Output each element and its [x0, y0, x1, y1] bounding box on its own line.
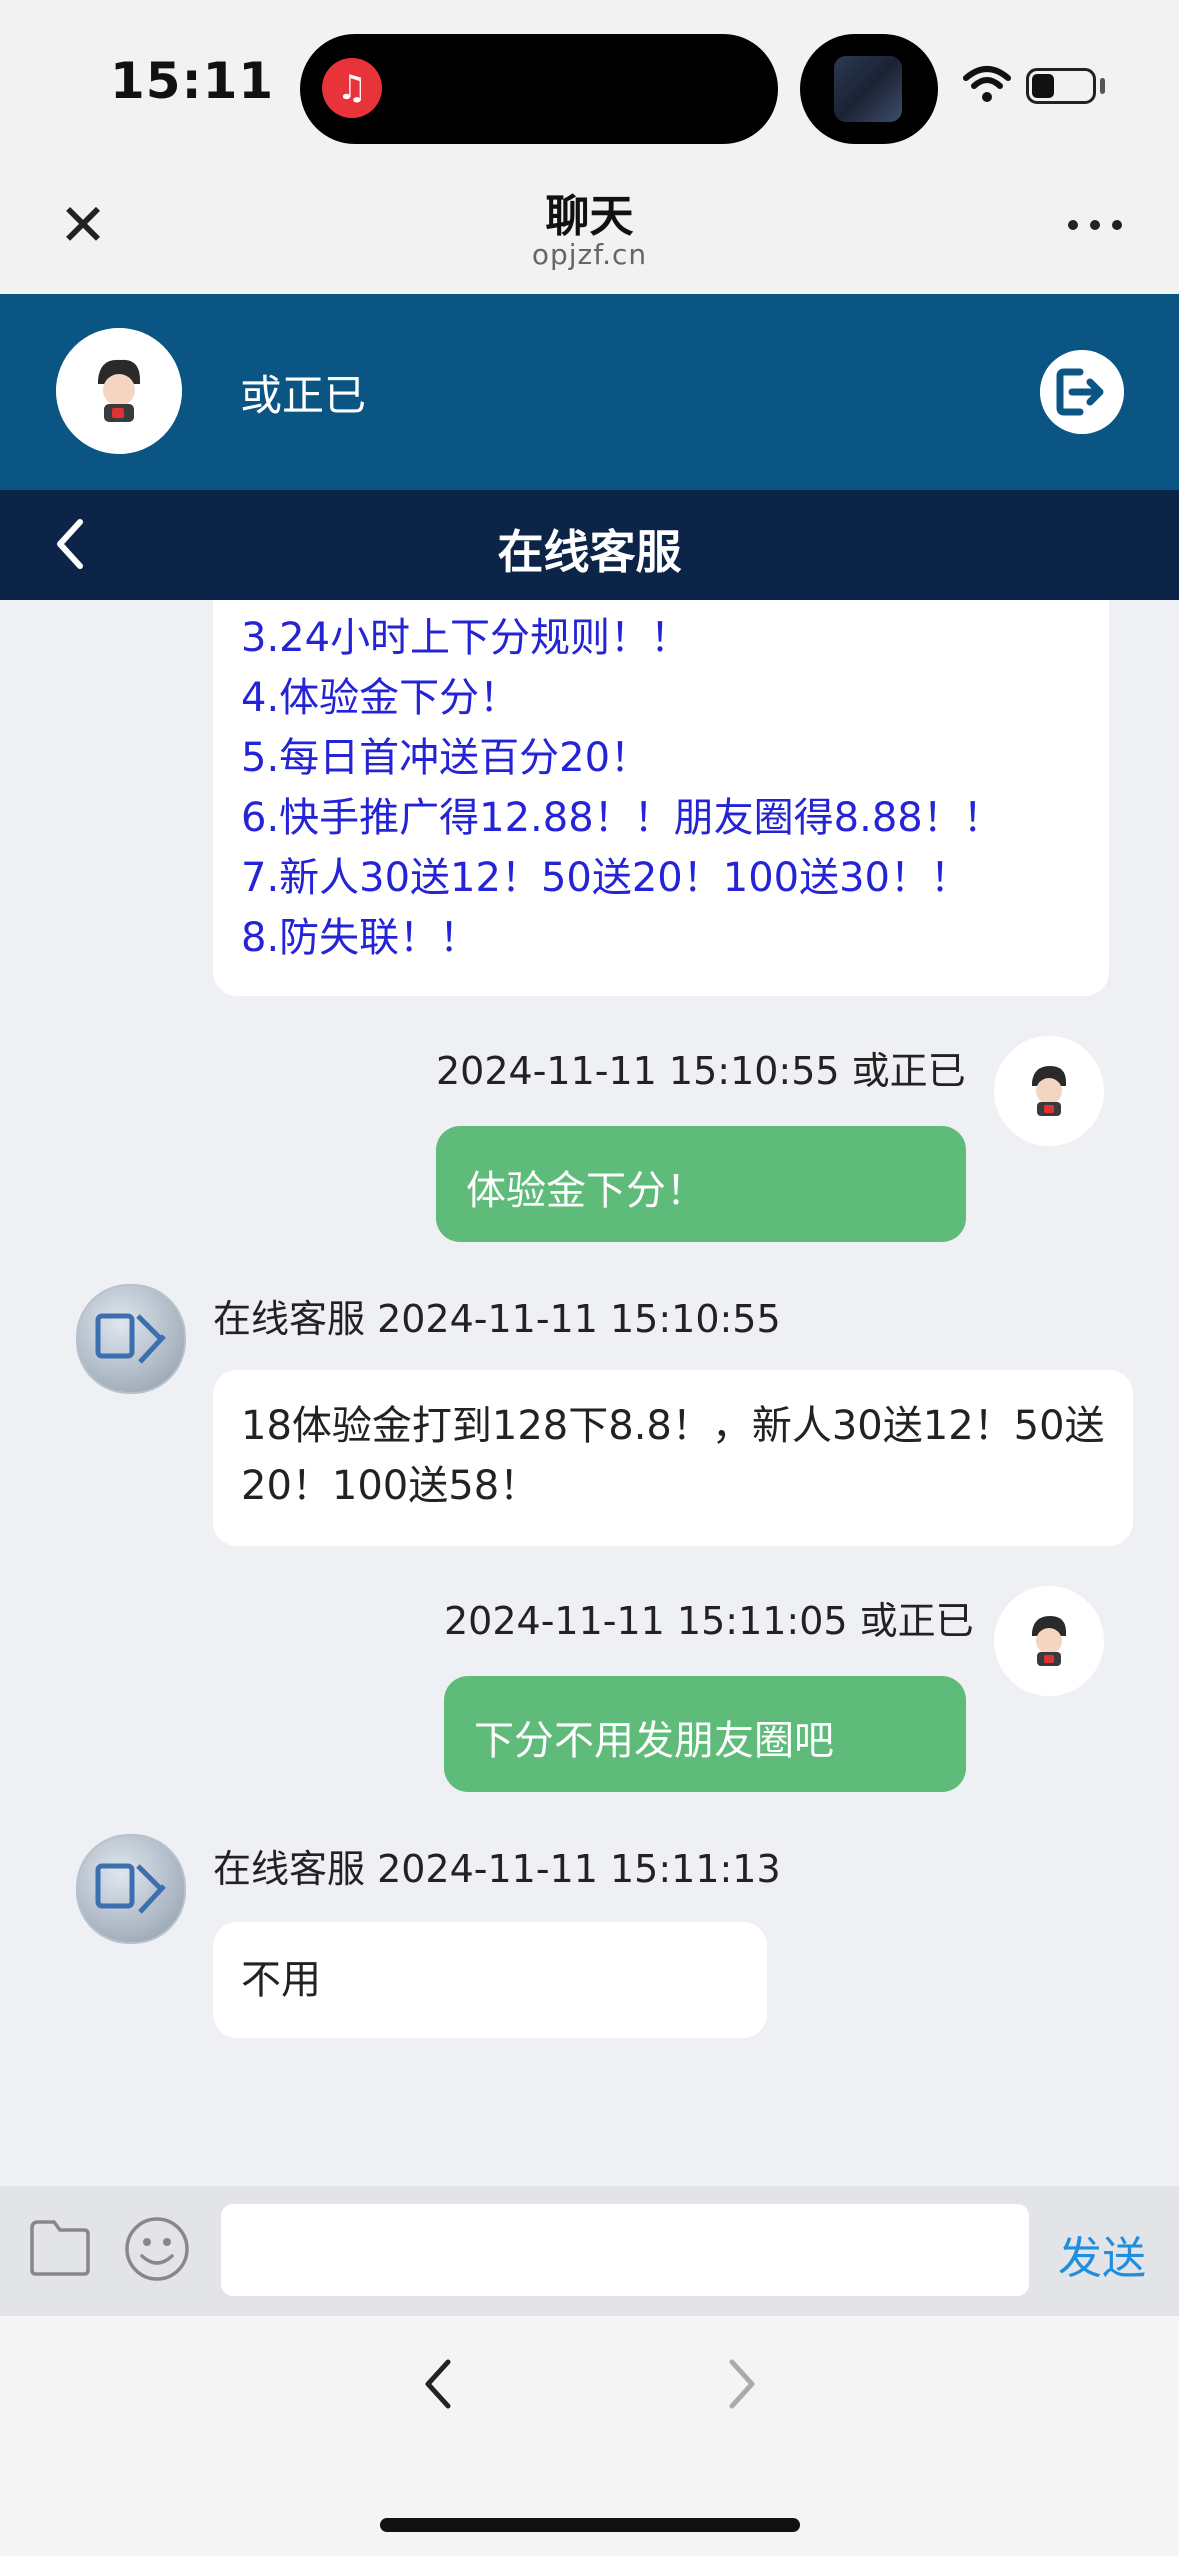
- message-line: 8.防失联！！: [241, 915, 480, 961]
- service-avatar: [76, 1284, 186, 1394]
- avatar: [994, 1036, 1104, 1146]
- logout-icon[interactable]: [1040, 350, 1124, 434]
- media-thumbnail-icon: [834, 56, 902, 122]
- message-meta: 2024-11-11 15:10:55 或正已: [436, 1049, 966, 1093]
- message-line: 4.体验金下分！: [241, 675, 520, 721]
- avatar[interactable]: [56, 328, 182, 454]
- music-app-icon: ♫: [322, 58, 382, 118]
- message-text: 下分不用发朋友圈吧: [474, 1718, 834, 1764]
- page-title: 聊天: [545, 191, 634, 242]
- message-bubble: 18体验金打到128下8.8！，新人30送12！50送20！100送58！: [213, 1370, 1133, 1546]
- service-logo-icon: [95, 1863, 166, 1914]
- browser-forward-icon[interactable]: [722, 2354, 762, 2414]
- message-meta: 在线客服 2024-11-11 15:10:55: [213, 1297, 781, 1341]
- message-line: 6.快手推广得12.88！！朋友圈得8.88！！: [241, 795, 1003, 841]
- browser-back-icon[interactable]: [418, 2354, 458, 2414]
- battery-level: [1032, 74, 1054, 98]
- message-bubble-outgoing: 下分不用发朋友圈吧: [444, 1676, 966, 1792]
- wifi-icon: [963, 66, 1011, 102]
- chat-title: 在线客服: [497, 525, 682, 579]
- user-name: 或正已: [240, 371, 367, 420]
- service-avatar: [76, 1834, 186, 1944]
- message-text: 不用: [241, 1957, 321, 2003]
- more-icon[interactable]: [1060, 210, 1130, 240]
- page-domain: opjzf.cn: [531, 238, 648, 271]
- message-text: 18体验金打到128下8.8！，新人30送12！50送20！100送58！: [241, 1403, 1105, 1509]
- service-logo-icon: [95, 1313, 166, 1364]
- message-text: 体验金下分！: [466, 1168, 706, 1214]
- battery-cap: [1100, 78, 1105, 94]
- message-line: 7.新人30送12！50送20！100送30！！: [241, 855, 971, 901]
- avatar: [994, 1586, 1104, 1696]
- message-meta: 2024-11-11 15:11:05 或正已: [444, 1599, 974, 1643]
- status-time: 15:11: [110, 52, 275, 110]
- home-indicator[interactable]: [380, 2518, 800, 2532]
- message-input[interactable]: [221, 2204, 1029, 2296]
- folder-icon[interactable]: [28, 2218, 92, 2276]
- message-line: 5.每日首冲送百分20！: [241, 735, 651, 781]
- message-bubble-outgoing: 体验金下分！: [436, 1126, 966, 1242]
- message-meta: 在线客服 2024-11-11 15:11:13: [213, 1847, 781, 1891]
- message-bubble: 不用: [213, 1922, 767, 2038]
- emoji-icon[interactable]: [124, 2216, 190, 2282]
- send-button[interactable]: 发送: [1058, 2222, 1146, 2286]
- message-line: 3.24小时上下分规则！！: [241, 615, 691, 661]
